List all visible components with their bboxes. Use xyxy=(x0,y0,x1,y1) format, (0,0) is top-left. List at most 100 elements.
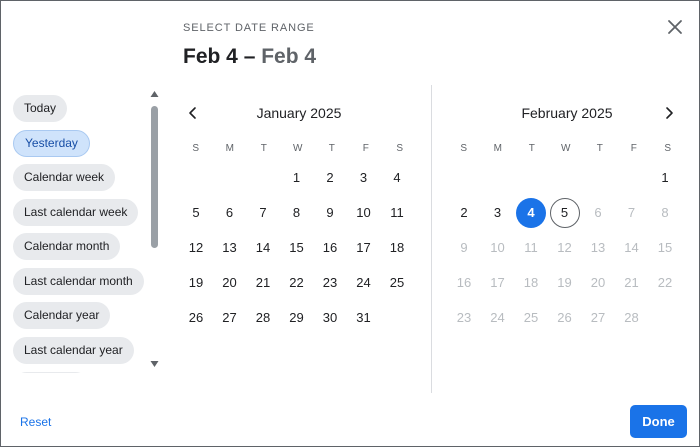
day-cell[interactable]: 12 xyxy=(181,233,211,263)
scrollbar-thumb[interactable] xyxy=(151,106,158,248)
day-cell: 25 xyxy=(523,310,539,325)
day-cell: 27 xyxy=(590,310,606,325)
triangle-down-icon[interactable] xyxy=(149,359,160,369)
day-cell: 22 xyxy=(657,275,673,290)
day-cell: 10 xyxy=(490,240,505,255)
preset-list[interactable]: Today Yesterday Calendar week Last calen… xyxy=(9,91,149,373)
day-cell: 16 xyxy=(456,275,472,290)
day-cell[interactable]: 15 xyxy=(282,233,312,263)
day-cell[interactable]: 3 xyxy=(349,163,379,193)
day-cell[interactable]: 5 xyxy=(181,198,211,228)
day-cell: 28 xyxy=(624,310,639,325)
day-cell[interactable]: 7 xyxy=(248,198,278,228)
weekday-label: W xyxy=(293,143,303,154)
preset-last-calendar-month[interactable]: Last calendar month xyxy=(13,268,144,295)
day-cell[interactable]: 24 xyxy=(349,268,379,298)
day-cell: 8 xyxy=(661,205,669,220)
weekday-label: W xyxy=(561,143,571,154)
day-cell[interactable]: 21 xyxy=(248,268,278,298)
day-cell[interactable]: 20 xyxy=(215,268,245,298)
day-cell[interactable]: 1 xyxy=(650,163,680,193)
chevron-right-icon xyxy=(666,107,673,119)
range-end: Feb 4 xyxy=(261,45,317,68)
day-cell[interactable]: 22 xyxy=(282,268,312,298)
day-cell[interactable]: 19 xyxy=(181,268,211,298)
day-cell[interactable]: 2 xyxy=(449,198,479,228)
day-cell: 21 xyxy=(624,275,639,290)
day-cell: 7 xyxy=(627,205,636,220)
day-cell[interactable]: 18 xyxy=(382,233,412,263)
range-separator: – xyxy=(237,45,262,68)
preset-last-calendar-year[interactable]: Last calendar year xyxy=(13,337,134,364)
day-cell: 24 xyxy=(490,310,505,325)
weekday-label: S xyxy=(664,143,672,154)
month-title: January 2025 xyxy=(256,105,342,121)
weekday-label: M xyxy=(493,143,503,154)
day-cell: 18 xyxy=(523,275,539,290)
day-cell[interactable]: 11 xyxy=(382,198,412,228)
weekday-label: S xyxy=(460,143,468,154)
dialog-heading: SELECT DATE RANGE xyxy=(183,22,315,34)
day-cell[interactable]: 23 xyxy=(315,268,345,298)
day-cell[interactable]: 29 xyxy=(282,303,312,333)
preset-today[interactable]: Today xyxy=(13,95,68,122)
day-cell[interactable]: 1 xyxy=(282,163,312,193)
day-cell[interactable]: 16 xyxy=(315,233,345,263)
day-cell[interactable]: 2 xyxy=(315,163,345,193)
day-cell[interactable]: 31 xyxy=(349,303,379,333)
weekday-label: T xyxy=(528,143,536,154)
day-cell: 15 xyxy=(657,240,673,255)
day-cell[interactable]: 27 xyxy=(215,303,245,333)
range-start: Feb 4 xyxy=(183,45,238,68)
day-cell: 12 xyxy=(557,240,572,255)
weekday-label: F xyxy=(362,143,370,154)
day-cell[interactable]: 9 xyxy=(315,198,345,228)
day-cell: 26 xyxy=(557,310,572,325)
day-cell-hover[interactable]: 5 xyxy=(549,198,580,228)
day-cell: 6 xyxy=(594,205,602,220)
day-cell: 19 xyxy=(557,275,572,290)
day-cell[interactable]: 10 xyxy=(349,198,379,228)
day-cell-selected[interactable]: 4 xyxy=(516,198,546,228)
preset-calendar-week[interactable]: Calendar week xyxy=(13,164,116,191)
preset-next-partial[interactable] xyxy=(13,372,89,373)
close-button[interactable] xyxy=(663,15,687,39)
preset-calendar-month[interactable]: Calendar month xyxy=(13,233,121,260)
triangle-up-icon[interactable] xyxy=(149,89,160,99)
day-cell[interactable]: 30 xyxy=(315,303,345,333)
day-cell: 11 xyxy=(524,240,538,255)
weekday-label: T xyxy=(596,143,604,154)
weekday-header: S M T W T F S xyxy=(179,143,419,154)
day-cell[interactable]: 17 xyxy=(349,233,379,263)
day-cell[interactable]: 4 xyxy=(382,163,412,193)
preset-calendar-year[interactable]: Calendar year xyxy=(13,302,111,329)
calendar-divider xyxy=(431,85,432,393)
day-cell: 9 xyxy=(460,240,468,255)
day-cell[interactable]: 14 xyxy=(248,233,278,263)
day-cell: 20 xyxy=(590,275,606,290)
next-month-button[interactable] xyxy=(659,103,679,123)
day-cell[interactable]: 26 xyxy=(181,303,211,333)
date-range-dialog: SELECT DATE RANGE Feb 4 – Feb 4 Today Ye… xyxy=(0,0,700,447)
preset-scrollbar[interactable] xyxy=(149,89,160,369)
day-cell: 23 xyxy=(456,310,472,325)
done-button[interactable]: Done xyxy=(630,405,687,438)
preset-last-calendar-week[interactable]: Last calendar week xyxy=(13,199,139,226)
weekday-label: M xyxy=(225,143,235,154)
weekday-label: F xyxy=(630,143,638,154)
month-title: February 2025 xyxy=(521,105,613,121)
day-cell[interactable]: 8 xyxy=(282,198,312,228)
day-cell[interactable]: 25 xyxy=(382,268,412,298)
day-cell[interactable]: 13 xyxy=(215,233,245,263)
preset-yesterday[interactable]: Yesterday xyxy=(13,130,90,157)
weekday-label: T xyxy=(328,143,336,154)
day-cell: 17 xyxy=(490,275,505,290)
day-cell[interactable]: 6 xyxy=(215,198,245,228)
reset-button[interactable]: Reset xyxy=(20,415,51,429)
selected-range: Feb 4 – Feb 4 xyxy=(183,45,316,69)
day-cell: 13 xyxy=(590,240,606,255)
day-cell[interactable]: 3 xyxy=(483,198,513,228)
weekday-label: S xyxy=(192,143,200,154)
weekday-label: T xyxy=(260,143,268,154)
day-cell[interactable]: 28 xyxy=(248,303,278,333)
